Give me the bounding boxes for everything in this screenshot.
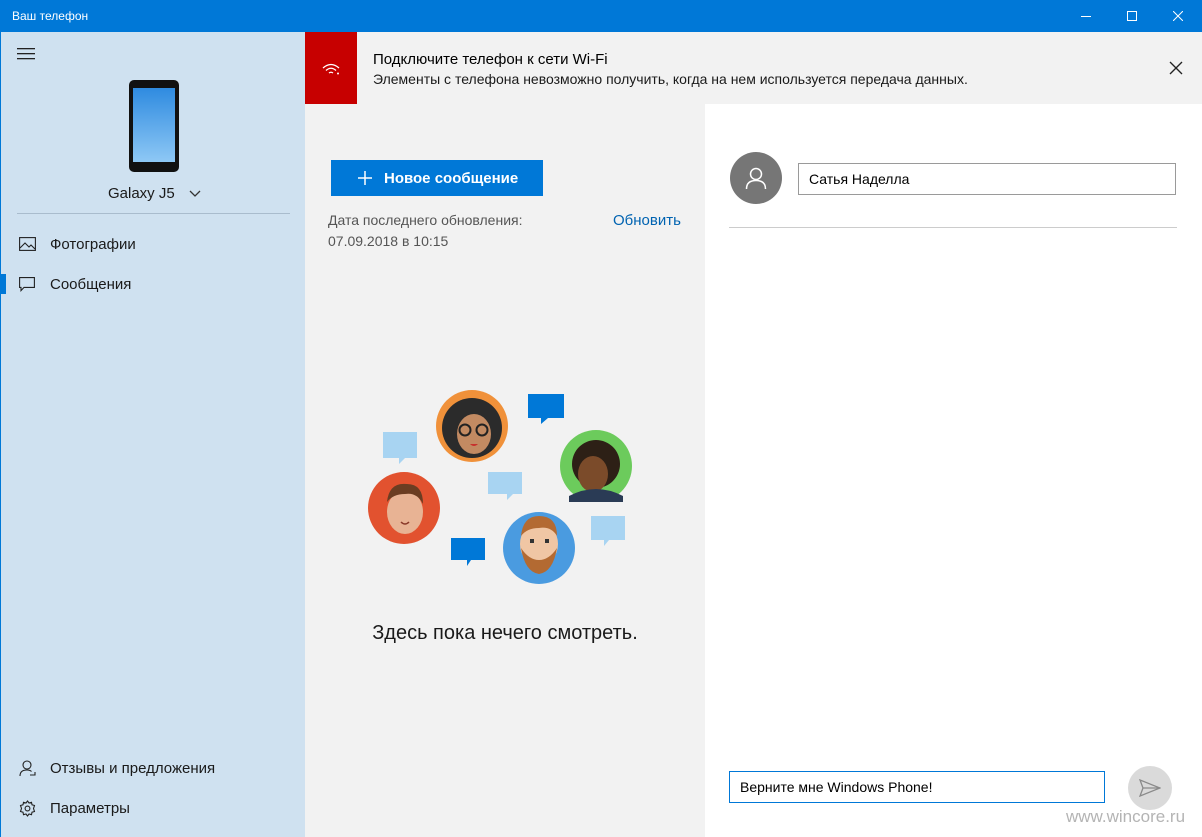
plus-icon	[358, 171, 372, 185]
person-icon	[745, 167, 767, 190]
feedback-icon	[18, 759, 36, 777]
sidebar-item-photos[interactable]: Фотографии	[1, 224, 306, 264]
banner-text: Элементы с телефона невозможно получить,…	[373, 71, 968, 87]
device-selector[interactable]: Galaxy J5	[108, 185, 201, 202]
close-window-button[interactable]	[1155, 0, 1201, 32]
send-icon	[1139, 779, 1161, 797]
photos-icon	[18, 235, 36, 253]
sidebar-item-settings[interactable]: Параметры	[1, 788, 306, 828]
sidebar-item-label: Параметры	[50, 799, 130, 817]
hamburger-menu-icon[interactable]	[17, 47, 35, 61]
banner-title: Подключите телефон к сети Wi-Fi	[373, 51, 608, 68]
recipient-input[interactable]	[798, 163, 1176, 195]
conversation-list-pane: Новое сообщение Дата последнего обновлен…	[305, 104, 705, 837]
active-indicator	[1, 274, 6, 294]
send-button[interactable]	[1128, 766, 1172, 810]
minimize-icon	[1081, 16, 1091, 17]
maximize-icon	[1127, 11, 1137, 21]
messages-icon	[18, 275, 36, 293]
new-message-label: Новое сообщение	[384, 169, 519, 187]
title-bar: Ваш телефон	[0, 0, 1202, 32]
maximize-button[interactable]	[1109, 0, 1155, 32]
wifi-banner: Подключите телефон к сети Wi-Fi Элементы…	[305, 32, 1202, 104]
sidebar-item-label: Сообщения	[50, 275, 132, 293]
settings-icon	[18, 799, 36, 817]
last-updated-label: Дата последнего обновления:	[328, 212, 523, 228]
new-message-button[interactable]: Новое сообщение	[331, 160, 543, 196]
empty-state-text: Здесь пока нечего смотреть.	[372, 622, 638, 644]
avatar	[730, 152, 782, 204]
people-chat-illustration	[368, 390, 632, 584]
sidebar-item-label: Отзывы и предложения	[50, 759, 216, 777]
last-updated-time: 07.09.2018 в 10:15	[328, 233, 449, 249]
watermark: www.wincore.ru	[1066, 807, 1186, 826]
close-banner-icon[interactable]	[1169, 61, 1183, 75]
sidebar-divider	[17, 213, 290, 214]
device-name: Galaxy J5	[108, 185, 175, 202]
minimize-button[interactable]	[1063, 0, 1109, 32]
phone-device-icon	[129, 80, 179, 172]
sidebar-item-label: Фотографии	[50, 235, 136, 253]
sidebar-item-messages[interactable]: Сообщения	[1, 264, 306, 304]
refresh-link[interactable]: Обновить	[613, 212, 681, 229]
chevron-down-icon	[189, 190, 201, 197]
sidebar-item-feedback[interactable]: Отзывы и предложения	[1, 748, 306, 788]
wifi-warning-icon	[305, 32, 357, 104]
sidebar: Galaxy J5 Фотографии Сообщения Отзывы и …	[0, 32, 305, 837]
conversation-divider	[729, 227, 1177, 228]
conversation-pane: www.wincore.ru	[705, 104, 1202, 837]
close-icon	[1173, 11, 1183, 21]
message-input[interactable]	[729, 771, 1105, 803]
window-title: Ваш телефон	[12, 9, 89, 23]
